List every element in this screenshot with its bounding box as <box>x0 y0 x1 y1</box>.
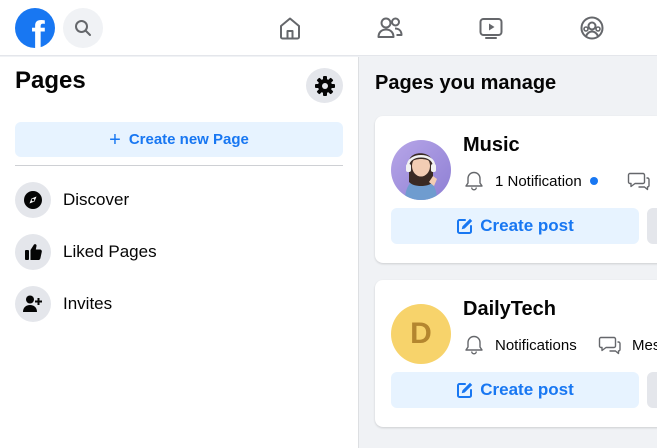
messages-link[interactable] <box>627 170 657 192</box>
more-options-button[interactable] <box>647 208 657 244</box>
page-avatar-dailytech[interactable]: D <box>391 304 451 364</box>
messages-link[interactable]: Mes <box>598 334 657 356</box>
search-icon <box>75 20 91 36</box>
notifications-link[interactable]: 1 Notification <box>463 170 598 192</box>
unread-indicator <box>589 177 598 185</box>
edit-icon <box>456 217 474 235</box>
settings-button[interactable] <box>306 68 343 103</box>
page-avatar-music[interactable] <box>391 140 451 200</box>
page-name[interactable]: Music <box>463 134 520 157</box>
sidebar-title: Pages <box>15 67 86 94</box>
sidebar-item-label: Discover <box>63 190 130 209</box>
sidebar-item-invites[interactable]: Invites <box>15 282 343 326</box>
create-new-page-label: Create new Page <box>128 131 249 148</box>
notification-count: 1 Notification <box>495 172 582 190</box>
sidebar-item-label: Invites <box>63 294 113 313</box>
friends-icon <box>377 17 403 38</box>
watch-icon <box>479 18 503 39</box>
nav-tab-watch[interactable] <box>471 8 511 48</box>
create-new-page-button[interactable]: + Create new Page <box>15 122 343 157</box>
nav-tab-groups[interactable] <box>572 8 612 48</box>
notifications-label: Notifications <box>495 336 577 354</box>
sidebar-item-liked-pages[interactable]: Liked Pages <box>15 230 343 274</box>
bell-icon <box>463 170 485 192</box>
nav-tab-friends[interactable] <box>370 8 410 48</box>
messages-label: Mes <box>632 336 657 354</box>
edit-icon <box>456 381 474 399</box>
chat-icon <box>598 334 622 356</box>
compass-icon <box>15 182 51 218</box>
sidebar-item-discover[interactable]: Discover <box>15 178 343 222</box>
add-person-icon <box>15 286 51 322</box>
page-card-dailytech: D DailyTech Notifications Mes Create pos… <box>375 280 657 427</box>
top-navigation-bar: f <box>0 0 657 56</box>
gear-icon <box>314 75 335 96</box>
groups-icon <box>580 16 604 40</box>
home-icon <box>280 17 300 40</box>
page-name[interactable]: DailyTech <box>463 298 556 321</box>
managed-pages-heading: Pages you manage <box>375 72 557 94</box>
facebook-logo[interactable]: f <box>15 8 55 48</box>
create-post-label: Create post <box>480 380 574 399</box>
create-post-button[interactable]: Create post <box>391 372 639 408</box>
thumbs-up-icon <box>15 234 51 270</box>
svg-text:f: f <box>31 14 45 48</box>
chat-icon <box>627 170 651 192</box>
sidebar-item-label: Liked Pages <box>63 242 157 261</box>
divider <box>15 165 343 166</box>
plus-icon: + <box>109 128 121 151</box>
more-options-button[interactable] <box>647 372 657 408</box>
create-post-button[interactable]: Create post <box>391 208 639 244</box>
nav-tab-home[interactable] <box>270 8 310 48</box>
search-button[interactable] <box>63 8 103 48</box>
notifications-link[interactable]: Notifications <box>463 334 577 356</box>
bell-icon <box>463 334 485 356</box>
page-card-music: Music 1 Notification Create post <box>375 116 657 263</box>
create-post-label: Create post <box>480 216 574 235</box>
pages-sidebar: Pages + Create new Page Discover Liked P… <box>0 57 359 448</box>
